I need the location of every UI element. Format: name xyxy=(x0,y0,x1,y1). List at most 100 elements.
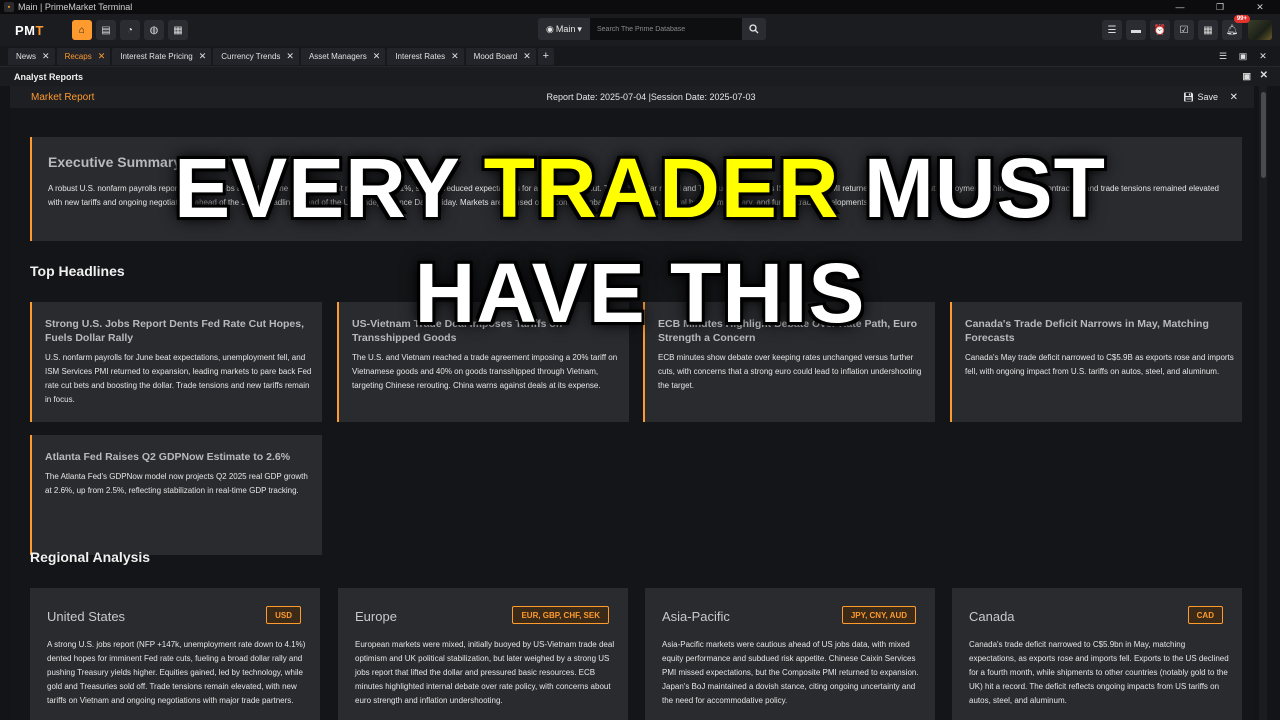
region-text: European markets were mixed, initially b… xyxy=(355,640,615,705)
tab-label: Mood Board xyxy=(473,51,518,61)
region-card[interactable]: Canada CAD Canada's trade deficit narrow… xyxy=(952,588,1242,720)
documents-button[interactable]: ▤ xyxy=(95,20,116,40)
regional-analysis-heading: Regional Analysis xyxy=(30,549,151,565)
window-title: Main | PrimeMarket Terminal xyxy=(18,2,133,12)
currency-badge: EUR, GBP, CHF, SEK xyxy=(512,606,609,624)
currency-button[interactable]: ◍ xyxy=(143,20,164,40)
tab-currency-trends[interactable]: Currency Trends ✕ xyxy=(213,47,299,65)
window-titlebar: ▪ Main | PrimeMarket Terminal — ❐ ✕ xyxy=(0,0,1280,14)
minimize-button[interactable]: — xyxy=(1160,0,1200,14)
notifications-button[interactable]: 🔔︎ 99+ xyxy=(1222,15,1250,40)
avatar[interactable] xyxy=(1248,20,1272,40)
list-button[interactable]: ☰ xyxy=(1102,20,1122,40)
top-navigation: PMT ⌂ ▤ ◔ ◍ ▦ ◉Main▾ ☰ ▬ ⏰ ☑ ▦ 🔔︎99+ xyxy=(0,14,1280,46)
report-header: Market Report Report Date: 2025-07-04 |S… xyxy=(10,86,1254,108)
currency-badge: USD xyxy=(266,606,301,624)
home-icon: ⌂ xyxy=(78,24,85,36)
close-icon[interactable]: ✕ xyxy=(286,51,294,62)
tab-news[interactable]: News ✕ xyxy=(8,47,55,65)
notes-button[interactable]: ▬ xyxy=(1126,20,1146,40)
region-text: Asia-Pacific markets were cautious ahead… xyxy=(662,640,919,705)
region-text: A strong U.S. jobs report (NFP +147k, un… xyxy=(47,640,306,705)
headline-title: Canada's Trade Deficit Narrows in May, M… xyxy=(965,318,1209,344)
close-icon[interactable]: ✕ xyxy=(1254,49,1272,63)
close-icon[interactable]: ✕ xyxy=(451,51,459,62)
region-name: Canada xyxy=(969,609,1015,624)
headline-title: ECB Minutes Highlight Debate Over Rate P… xyxy=(658,318,918,344)
logo-main: PM xyxy=(15,22,36,38)
currency-badge: JPY, CNY, AUD xyxy=(841,606,916,624)
checklist-button[interactable]: ☑ xyxy=(1174,20,1194,40)
bell-icon: 🔔︎ xyxy=(1225,24,1239,36)
calendar-button[interactable]: ▦ xyxy=(167,20,188,40)
tab-label: Recaps xyxy=(64,51,92,61)
document-icon: ▤ xyxy=(101,24,111,36)
layout-icon[interactable]: ▣ xyxy=(1242,71,1251,82)
save-icon: 💾︎ xyxy=(1183,91,1195,102)
currency-badge: CAD xyxy=(1187,606,1223,624)
region-name: Europe xyxy=(355,609,397,624)
headline-card[interactable]: Canada's Trade Deficit Narrows in May, M… xyxy=(950,302,1242,422)
alarm-button[interactable]: ⏰ xyxy=(1150,20,1170,40)
analytics-button[interactable]: ◔ xyxy=(119,20,140,40)
headline-card[interactable]: US-Vietnam Trade Deal Imposes Tariffs on… xyxy=(337,302,629,422)
headline-card[interactable]: Atlanta Fed Raises Q2 GDPNow Estimate to… xyxy=(30,435,322,555)
headline-body: Canada's May trade deficit narrowed to C… xyxy=(965,353,1234,376)
headline-title: Atlanta Fed Raises Q2 GDPNow Estimate to… xyxy=(45,451,291,463)
save-button[interactable]: 💾︎ Save xyxy=(1183,92,1218,103)
search-button[interactable] xyxy=(742,18,766,40)
tab-interest-rate-pricing[interactable]: Interest Rate Pricing ✕ xyxy=(112,47,212,65)
tab-mood-board[interactable]: Mood Board ✕ xyxy=(465,47,536,65)
close-report-button[interactable]: ✕ xyxy=(1230,92,1238,103)
tab-interest-rates[interactable]: Interest Rates ✕ xyxy=(387,47,464,65)
tab-recaps[interactable]: Recaps ✕ xyxy=(56,47,111,65)
menu-icon[interactable]: ☰ xyxy=(1214,49,1232,63)
report-dates: Report Date: 2025-07-04 |Session Date: 2… xyxy=(546,92,756,102)
scrollbar[interactable] xyxy=(1259,86,1267,720)
region-card[interactable]: Asia-Pacific JPY, CNY, AUD Asia-Pacific … xyxy=(645,588,935,720)
layout-icon[interactable]: ▣ xyxy=(1234,49,1252,63)
executive-summary-text: A robust U.S. nonfarm payrolls report, w… xyxy=(48,184,1219,207)
tab-label: Interest Rate Pricing xyxy=(120,51,193,61)
headline-card[interactable]: Strong U.S. Jobs Report Dents Fed Rate C… xyxy=(30,302,322,422)
close-icon[interactable]: ✕ xyxy=(98,51,106,62)
close-window-button[interactable]: ✕ xyxy=(1240,0,1280,14)
tab-asset-managers[interactable]: Asset Managers ✕ xyxy=(300,47,386,65)
logo-accent: T xyxy=(35,22,44,38)
alarm-clock-icon: ⏰ xyxy=(1153,24,1167,36)
tab-label: Interest Rates xyxy=(395,51,446,61)
tab-bar: News ✕ Recaps ✕ Interest Rate Pricing ✕ Cur… xyxy=(0,46,1280,67)
headline-body: ECB minutes show debate over keeping rat… xyxy=(658,353,922,390)
headline-body: The U.S. and Vietnam reached a trade agr… xyxy=(352,353,618,390)
region-text: Canada's trade deficit narrowed to C$5.9… xyxy=(969,640,1229,705)
headline-card[interactable]: ECB Minutes Highlight Debate Over Rate P… xyxy=(643,302,935,422)
close-icon[interactable]: ✕ xyxy=(199,51,207,62)
headline-body: The Atlanta Fed's GDPNow model now proje… xyxy=(45,472,308,495)
notification-badge: 99+ xyxy=(1233,15,1250,23)
home-button[interactable]: ⌂ xyxy=(71,20,92,40)
headline-title: US-Vietnam Trade Deal Imposes Tariffs on… xyxy=(352,318,563,344)
maximize-button[interactable]: ❐ xyxy=(1200,0,1240,14)
tab-label: Currency Trends xyxy=(221,51,281,61)
panel-title: Analyst Reports xyxy=(14,71,84,82)
region-name: United States xyxy=(47,609,126,624)
search-input[interactable] xyxy=(590,18,742,40)
add-tab-button[interactable]: + xyxy=(537,47,554,65)
logo: PMT xyxy=(15,23,44,38)
close-icon[interactable]: ✕ xyxy=(523,51,531,62)
currency-icon: ◍ xyxy=(149,24,159,36)
report-content: Executive Summary A robust U.S. nonfarm … xyxy=(10,108,1254,720)
calendar-icon: ▦ xyxy=(173,24,183,36)
note-icon: ▬ xyxy=(1131,24,1141,36)
calculator-icon: ▦ xyxy=(1203,24,1213,36)
close-icon[interactable]: ✕ xyxy=(373,51,381,62)
workspace-label: Main xyxy=(555,24,576,34)
close-icon[interactable]: ✕ xyxy=(1260,70,1268,81)
close-icon[interactable]: ✕ xyxy=(42,51,50,62)
region-card[interactable]: Europe EUR, GBP, CHF, SEK European marke… xyxy=(338,588,628,720)
workspace-select[interactable]: ◉ Main ▾ xyxy=(538,18,590,40)
calculator-button[interactable]: ▦ xyxy=(1198,20,1218,40)
region-card[interactable]: United States USD A strong U.S. jobs rep… xyxy=(30,588,320,720)
headline-body: U.S. nonfarm payrolls for June beat expe… xyxy=(45,353,312,404)
scrollbar-thumb[interactable] xyxy=(1261,92,1266,178)
